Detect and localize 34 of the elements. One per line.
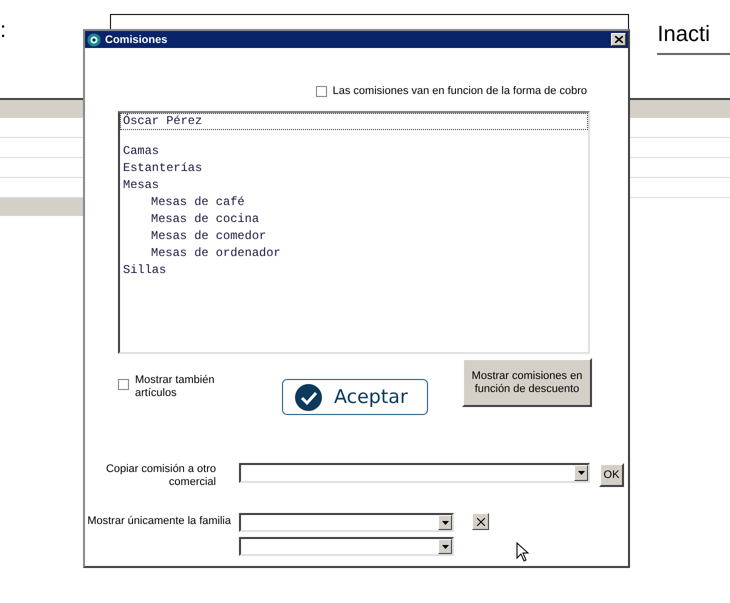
- list-item[interactable]: Camas: [120, 143, 588, 160]
- accept-button[interactable]: Aceptar: [282, 379, 428, 415]
- field-label: :: [0, 17, 6, 43]
- discount-button[interactable]: Mostrar comisiones en función de descuento: [462, 358, 592, 407]
- close-button[interactable]: [611, 33, 626, 46]
- dropdown-arrow-icon: [442, 544, 448, 548]
- close-icon: [614, 36, 622, 43]
- checkbox[interactable]: [118, 379, 129, 390]
- window-title: Comisiones: [105, 34, 168, 46]
- list-item[interactable]: Mesas de comedor: [120, 228, 588, 245]
- list-item[interactable]: Mesas: [120, 177, 588, 194]
- salesperson-dropdown[interactable]: [239, 463, 590, 483]
- dropdown-arrow-icon: [442, 520, 448, 524]
- checkbox-label: Las comisiones van en funcion de la forma de cobro: [332, 85, 587, 97]
- clear-button[interactable]: [472, 513, 489, 530]
- mouse-cursor-icon: [516, 542, 529, 562]
- list-item[interactable]: Mesas de ordenador: [120, 245, 588, 262]
- status-text: Inacti: [657, 21, 730, 55]
- ok-button[interactable]: OK: [599, 463, 624, 487]
- check-icon: [295, 384, 322, 410]
- list-item[interactable]: Estanterías: [120, 160, 588, 177]
- checkbox-label: Mostrar también artículos: [135, 374, 216, 400]
- field-label: Mostrar únicamente la familia: [86, 515, 232, 528]
- clear-icon: [476, 518, 484, 526]
- family-dropdown[interactable]: [239, 513, 454, 532]
- list-item[interactable]: Mesas de cocina: [120, 211, 588, 228]
- list-item[interactable]: Sillas: [120, 262, 588, 279]
- dropdown-arrow-icon: [578, 471, 584, 475]
- list-item[interactable]: Mesas de café: [120, 194, 588, 211]
- subfamily-dropdown[interactable]: [239, 537, 454, 556]
- field-label: Copiar comisión a otro comercial: [104, 463, 217, 489]
- list-item[interactable]: Óscar Pérez: [120, 113, 588, 130]
- family-list[interactable]: Óscar Pérez Camas Estanterías Mesas Mesas de café Mesas de cocina Mesas de comedor Mesas de ordenador Sillas: [118, 111, 590, 354]
- checkbox[interactable]: [316, 86, 327, 96]
